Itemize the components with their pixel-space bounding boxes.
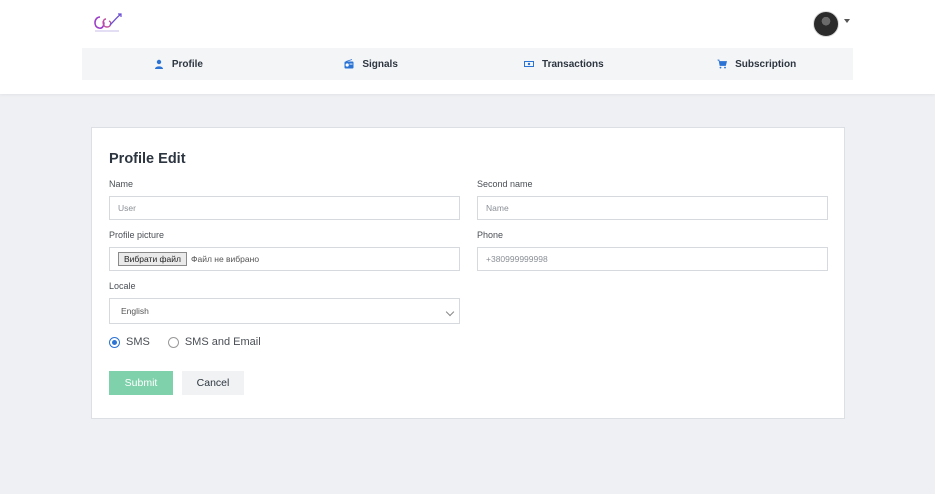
name-placeholder: User — [118, 203, 136, 213]
profile-picture-file-input[interactable]: Вибрати файл Файл не вибрано — [109, 247, 460, 271]
second-name-label: Second name — [477, 179, 533, 189]
second-name-input[interactable]: Name — [477, 196, 828, 220]
phone-placeholder: +380999999998 — [486, 254, 548, 264]
tab-label: Signals — [362, 58, 398, 70]
profile-edit-card: Profile Edit Name User Second name Name … — [91, 127, 845, 419]
phone-label: Phone — [477, 230, 504, 240]
name-input[interactable]: User — [109, 196, 460, 220]
locale-value: English — [121, 306, 149, 316]
locale-select[interactable]: English — [109, 298, 460, 324]
phone-input[interactable]: +380999999998 — [477, 247, 828, 271]
tab-signals[interactable]: Signals — [275, 48, 468, 80]
tab-label: Transactions — [542, 58, 604, 70]
radio-button-checked[interactable] — [109, 336, 120, 348]
cancel-button[interactable]: Cancel — [182, 371, 244, 395]
radio-sms-and-email[interactable]: SMS and Email — [167, 336, 261, 348]
notification-radio-group: SMS SMS and Email — [109, 336, 279, 348]
radio-label: SMS — [126, 336, 150, 348]
user-avatar[interactable] — [813, 11, 839, 37]
tab-transactions[interactable]: Transactions — [468, 48, 661, 80]
top-header: Profile Signals Transactions Subscriptio… — [0, 0, 935, 94]
person-icon — [154, 59, 164, 69]
money-icon — [524, 59, 535, 69]
tab-subscription[interactable]: Subscription — [660, 48, 853, 80]
tab-profile[interactable]: Profile — [82, 48, 275, 80]
tab-label: Subscription — [735, 58, 797, 70]
second-name-placeholder: Name — [486, 203, 509, 213]
main-nav-tabs: Profile Signals Transactions Subscriptio… — [82, 48, 853, 80]
radio-icon — [344, 59, 354, 69]
submit-button[interactable]: Submit — [109, 371, 173, 395]
profile-picture-label: Profile picture — [109, 230, 165, 240]
page-title: Profile Edit — [109, 151, 186, 167]
locale-label: Locale — [109, 281, 136, 291]
radio-sms[interactable]: SMS — [109, 336, 150, 348]
choose-file-button[interactable]: Вибрати файл — [118, 252, 187, 266]
tab-label: Profile — [171, 58, 203, 70]
radio-button[interactable] — [167, 336, 179, 348]
chevron-down-icon — [445, 307, 455, 317]
name-label: Name — [109, 179, 134, 189]
radio-label: SMS and Email — [184, 336, 261, 348]
brand-logo-icon[interactable] — [90, 11, 124, 37]
chevron-down-icon[interactable] — [843, 18, 851, 26]
cart-icon — [717, 59, 728, 69]
file-status-text: Файл не вибрано — [191, 254, 260, 264]
